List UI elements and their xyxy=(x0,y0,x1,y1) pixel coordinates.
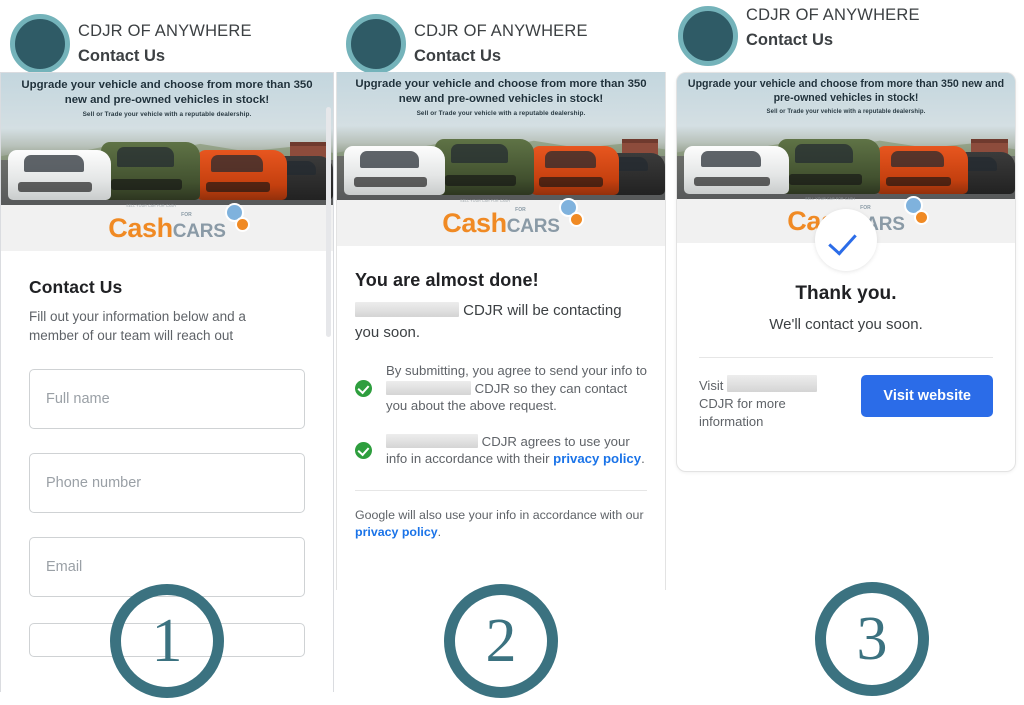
logo-word-cash: Cash xyxy=(442,207,507,238)
dealer-banner-image: Upgrade your vehicle and choose from mor… xyxy=(1,73,333,205)
confirmation-body: You are almost done! CDJR will be contac… xyxy=(337,246,665,541)
logo-tiny-text: SELL YOUR CAR FOR CASH xyxy=(460,198,511,203)
thank-you-subtitle: We'll contact you soon. xyxy=(769,316,923,333)
visit-website-row: Visit CDJR for more information Visit we… xyxy=(695,358,997,431)
agreement-item-2: CDJR agrees to use your info in accordan… xyxy=(355,433,647,468)
cashcars-logo: SELL YOUR CAR FOR CASH Cash CARS FOR xyxy=(442,197,584,238)
step-badge-3: 3 xyxy=(815,582,929,696)
dealer-banner-image: Upgrade your vehicle and choose from mor… xyxy=(677,73,1015,199)
panel1-header: CDJR OF ANYWHERE Contact Us xyxy=(0,0,334,74)
logo-word-cars: CARS xyxy=(172,220,226,242)
panel2-header-text: CDJR OF ANYWHERE Contact Us xyxy=(414,20,588,68)
visit-before: Visit xyxy=(699,378,724,393)
banner-car-green xyxy=(435,138,534,195)
step-badge-2: 2 xyxy=(444,584,558,698)
redacted-dealer-name xyxy=(386,433,478,448)
banner-car-white xyxy=(7,149,111,200)
full-name-field[interactable]: Full name xyxy=(29,369,305,429)
logo-word-for: FOR xyxy=(181,211,192,218)
avatar-circle-icon xyxy=(678,6,738,66)
agreement-text-2: CDJR agrees to use your info in accordan… xyxy=(386,433,647,468)
panel3-card: Upgrade your vehicle and choose from mor… xyxy=(676,72,1016,472)
green-check-icon xyxy=(355,379,372,397)
cashcars-logo: SELL YOUR CAR FOR CASH Cash CARS FOR xyxy=(108,202,250,243)
panel1-header-text: CDJR OF ANYWHERE Contact Us xyxy=(78,20,252,68)
banner-car-green xyxy=(778,138,880,194)
panel2-header: CDJR OF ANYWHERE Contact Us xyxy=(336,0,666,74)
visit-website-button[interactable]: Visit website xyxy=(861,375,993,417)
banner-subline: Sell or Trade your vehicle with a reputa… xyxy=(82,111,252,118)
form-description: Fill out your information below and a me… xyxy=(29,309,246,343)
banner-car-white xyxy=(343,146,446,195)
banner-headline: Upgrade your vehicle and choose from mor… xyxy=(355,78,647,105)
screenshot-stage: CDJR OF ANYWHERE Contact Us Upgrade your… xyxy=(0,0,1024,705)
logo-word-for: FOR xyxy=(860,204,871,211)
banner-text-block: Upgrade your vehicle and choose from mor… xyxy=(677,78,1015,115)
logo-word-cars: CARS xyxy=(506,215,560,237)
form-title: Contact Us xyxy=(29,277,123,297)
thank-you-body: Thank you. We'll contact you soon. Visit… xyxy=(677,209,1015,431)
panel-step-2: CDJR OF ANYWHERE Contact Us Upgrade your… xyxy=(336,0,666,590)
agreement-2-tail: . xyxy=(641,451,645,466)
phone-number-placeholder: Phone number xyxy=(46,475,142,491)
logo-bubble-orange-icon xyxy=(568,211,584,227)
visit-website-text: Visit CDJR for more information xyxy=(699,375,839,431)
avatar-circle-icon xyxy=(10,14,70,74)
banner-car-green xyxy=(100,141,201,200)
agreement-text-1: By submitting, you agree to send your in… xyxy=(386,362,647,415)
confirmation-title: You are almost done! xyxy=(355,270,539,290)
avatar-circle-icon xyxy=(346,14,406,74)
banner-text-block: Upgrade your vehicle and choose from mor… xyxy=(1,78,333,118)
email-placeholder: Email xyxy=(46,559,83,575)
cashcars-logo-strip: SELL YOUR CAR FOR CASH Cash CARS FOR xyxy=(337,197,665,246)
panel3-header: CDJR OF ANYWHERE Contact Us xyxy=(668,0,1024,72)
dealer-privacy-policy-link[interactable]: privacy policy xyxy=(553,451,641,466)
cashcars-logo-strip: SELL YOUR CAR FOR CASH Cash CARS FOR xyxy=(1,202,333,251)
logo-word-cash: Cash xyxy=(108,212,173,243)
agreement-1-before: By submitting, you agree to send your in… xyxy=(386,363,647,378)
phone-number-field[interactable]: Phone number xyxy=(29,453,305,513)
logo-word-for: FOR xyxy=(515,206,526,213)
green-check-icon xyxy=(355,441,372,459)
full-name-placeholder: Full name xyxy=(46,391,110,407)
google-notice: Google will also use your info in accord… xyxy=(355,491,647,541)
form-scrollbar-thumb[interactable] xyxy=(326,107,331,337)
blue-check-icon xyxy=(815,209,877,271)
redacted-dealer-name xyxy=(386,380,471,395)
form-scrollbar[interactable] xyxy=(325,73,332,692)
google-privacy-policy-link[interactable]: privacy policy xyxy=(355,525,438,539)
redacted-dealer-name xyxy=(355,302,459,317)
logo-tiny-text: SELL YOUR CAR FOR CASH xyxy=(805,196,856,201)
panel-step-3: CDJR OF ANYWHERE Contact Us Upgrade your… xyxy=(668,0,1024,472)
business-name: CDJR OF ANYWHERE xyxy=(78,22,252,40)
logo-tiny-text: SELL YOUR CAR FOR CASH xyxy=(126,203,177,208)
banner-car-orange xyxy=(876,146,968,194)
google-notice-before: Google will also use your info in accord… xyxy=(355,507,644,522)
banner-headline: Upgrade your vehicle and choose from mor… xyxy=(687,78,1005,104)
header-subtitle: Contact Us xyxy=(414,47,502,65)
header-subtitle: Contact Us xyxy=(746,31,834,49)
visit-after: CDJR for more information xyxy=(699,396,786,429)
logo-bubble-orange-icon xyxy=(913,209,929,225)
panel2-card: Upgrade your vehicle and choose from mor… xyxy=(336,72,666,590)
dealer-banner-image: Upgrade your vehicle and choose from mor… xyxy=(337,72,665,200)
banner-text-block: Upgrade your vehicle and choose from mor… xyxy=(337,77,665,117)
banner-car-orange xyxy=(196,149,287,200)
banner-subline: Sell or Trade your vehicle with a reputa… xyxy=(766,109,926,115)
logo-bubble-orange-icon xyxy=(234,216,250,232)
business-name: CDJR OF ANYWHERE xyxy=(414,22,588,40)
banner-car-orange xyxy=(530,146,620,195)
agreement-item-1: By submitting, you agree to send your in… xyxy=(355,362,647,415)
banner-headline: Upgrade your vehicle and choose from mor… xyxy=(21,79,313,106)
redacted-dealer-name xyxy=(726,375,817,392)
step-badge-1: 1 xyxy=(110,584,224,698)
header-subtitle: Contact Us xyxy=(78,47,166,65)
banner-car-white xyxy=(683,146,789,194)
business-name: CDJR OF ANYWHERE xyxy=(746,6,920,24)
panel3-header-text: CDJR OF ANYWHERE Contact Us xyxy=(746,4,920,52)
google-notice-tail: . xyxy=(437,524,442,539)
banner-subline: Sell or Trade your vehicle with a reputa… xyxy=(416,110,586,117)
confirmation-lead: CDJR will be contacting you soon. xyxy=(355,300,647,344)
